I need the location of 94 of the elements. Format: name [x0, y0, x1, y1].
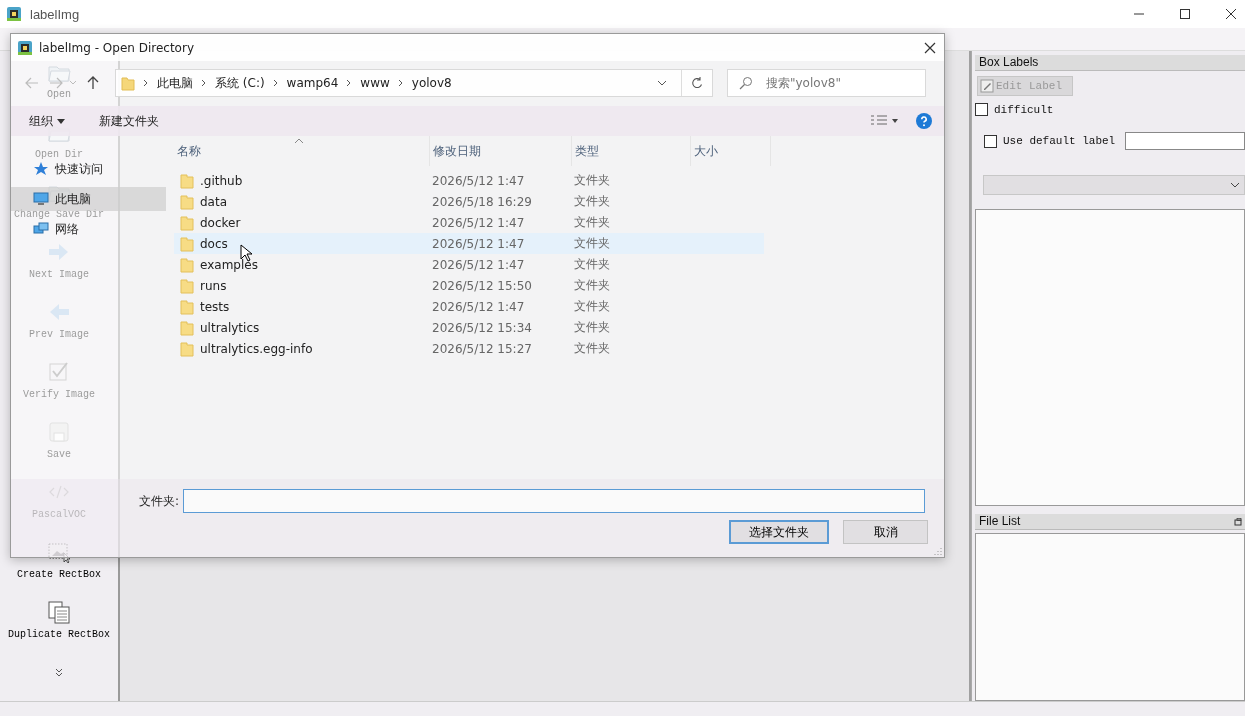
- up-arrow-icon[interactable]: [87, 76, 99, 90]
- file-name[interactable]: docker: [200, 215, 241, 230]
- column-header[interactable]: 类型: [572, 136, 691, 166]
- table-cell-text: 文件夹: [574, 256, 611, 273]
- file-name[interactable]: ultralytics: [200, 320, 260, 335]
- folder-icon: [180, 193, 194, 210]
- table-cell-text: 文件夹: [574, 214, 611, 231]
- chevron-icon: [397, 79, 404, 87]
- table-cell-text: 2026/5/12 1:47: [432, 215, 526, 230]
- breadcrumb[interactable]: 系统 (C:): [215, 74, 265, 92]
- table-cell-text: 2026/5/12 15:34: [432, 320, 533, 335]
- column-header[interactable]: 名称: [174, 136, 430, 166]
- checkbox-label: Use default label: [1003, 135, 1116, 147]
- table-cell-text: 文件夹: [574, 172, 611, 189]
- nav-item[interactable]: 此电脑: [11, 187, 166, 211]
- file-name[interactable]: examples: [200, 257, 258, 272]
- pencil-icon: [980, 79, 994, 93]
- documents-icon[interactable]: [46, 599, 72, 625]
- table-cell-text: 2026/5/12 1:47: [432, 236, 526, 251]
- file-name[interactable]: tests: [200, 299, 230, 314]
- address-bar[interactable]: 此电脑 系统 (C:) wamp64 www yolov8: [115, 69, 713, 97]
- network-icon: [33, 221, 49, 237]
- folder-icon: [180, 340, 194, 357]
- folder-icon: [180, 214, 194, 231]
- chevron-icon: [272, 79, 279, 87]
- breadcrumb[interactable]: yolov8: [411, 76, 452, 90]
- close-icon[interactable]: [1225, 8, 1237, 20]
- folder-icon: [180, 235, 194, 252]
- column-header[interactable]: 大小: [691, 136, 771, 166]
- table-cell-text: 文件夹: [574, 298, 611, 315]
- caret-icon: [1230, 182, 1240, 188]
- field-label: 文件夹:: [139, 492, 180, 510]
- checkbox-label: difficult: [994, 103, 1054, 116]
- file-name[interactable]: runs: [200, 278, 227, 293]
- sort-caret-icon: [294, 138, 304, 144]
- dock-title: File List: [979, 514, 1021, 529]
- breadcrumb[interactable]: 此电脑: [157, 74, 193, 92]
- table-cell-text: 2026/5/12 1:47: [432, 173, 526, 188]
- table-cell-text: 文件夹: [574, 193, 611, 210]
- search-field[interactable]: 搜索"yolov8": [727, 69, 926, 97]
- tool-label[interactable]: Duplicate RectBox: [8, 629, 110, 640]
- forward-arrow-icon[interactable]: [49, 77, 63, 89]
- command-button[interactable]: 组织: [29, 112, 65, 130]
- chevron-icon: [201, 79, 207, 87]
- breadcrumb[interactable]: www: [360, 76, 390, 90]
- label-input-field[interactable]: [1125, 132, 1245, 150]
- table-cell-text: 文件夹: [574, 277, 611, 294]
- window-title: labelImg: [30, 6, 80, 22]
- folder-icon: [180, 298, 194, 315]
- folder-input-field[interactable]: [183, 489, 926, 513]
- back-arrow-icon[interactable]: [25, 77, 39, 89]
- star-icon: [33, 161, 49, 177]
- tool-label[interactable]: Create RectBox: [17, 569, 101, 580]
- nav-item[interactable]: 网络: [33, 221, 79, 237]
- chevron-icon: [346, 79, 353, 87]
- folder-icon: [180, 256, 194, 273]
- resize-grip-icon: [934, 547, 942, 555]
- column-header[interactable]: 修改日期: [430, 136, 572, 166]
- computer-icon: [33, 191, 49, 207]
- table-cell-text: 2026/5/12 15:27: [432, 341, 533, 356]
- file-name[interactable]: ultralytics.egg-info: [200, 341, 313, 356]
- help-icon[interactable]: [916, 113, 932, 129]
- nav-item[interactable]: 快速访问: [33, 161, 103, 177]
- app-icon: [6, 6, 22, 22]
- breadcrumb[interactable]: wamp64: [286, 76, 339, 90]
- checkbox[interactable]: [984, 134, 997, 148]
- table-cell-text: 2026/5/12 1:47: [432, 299, 526, 314]
- folder-icon: [180, 172, 194, 189]
- dialog-button[interactable]: 选择文件夹: [729, 520, 829, 544]
- file-name[interactable]: docs: [200, 236, 228, 251]
- checkbox[interactable]: [975, 103, 988, 116]
- chevron-icon: [143, 79, 149, 87]
- view-options-icon[interactable]: [870, 115, 898, 127]
- file-row[interactable]: docs 2026/5/12 1:47 文件夹: [174, 233, 764, 254]
- table-cell-text: 文件夹: [574, 340, 611, 357]
- folder-icon: [180, 319, 194, 336]
- dialog-title: labelImg - Open Directory: [39, 40, 194, 55]
- table-cell-text: 文件夹: [574, 319, 611, 336]
- dialog-button[interactable]: 取消: [843, 520, 928, 544]
- dock-title: Box Labels: [975, 55, 1245, 71]
- float-icon: [1234, 517, 1242, 526]
- table-cell-text: 2026/5/18 16:29: [432, 194, 533, 209]
- chevron-icon[interactable]: [54, 667, 64, 677]
- close-icon[interactable]: [924, 41, 936, 54]
- file-name[interactable]: data: [200, 194, 228, 209]
- table-cell-text: 2026/5/12 15:50: [432, 278, 533, 293]
- caret-icon[interactable]: [657, 80, 667, 86]
- app-icon: [17, 39, 33, 56]
- file-name[interactable]: .github: [200, 173, 243, 188]
- table-cell-text: 文件夹: [574, 235, 611, 252]
- table-cell-text: 2026/5/12 1:47: [432, 257, 526, 272]
- command-button[interactable]: 新建文件夹: [99, 112, 159, 130]
- maximize-icon[interactable]: [1179, 8, 1191, 20]
- folder-icon: [180, 277, 194, 294]
